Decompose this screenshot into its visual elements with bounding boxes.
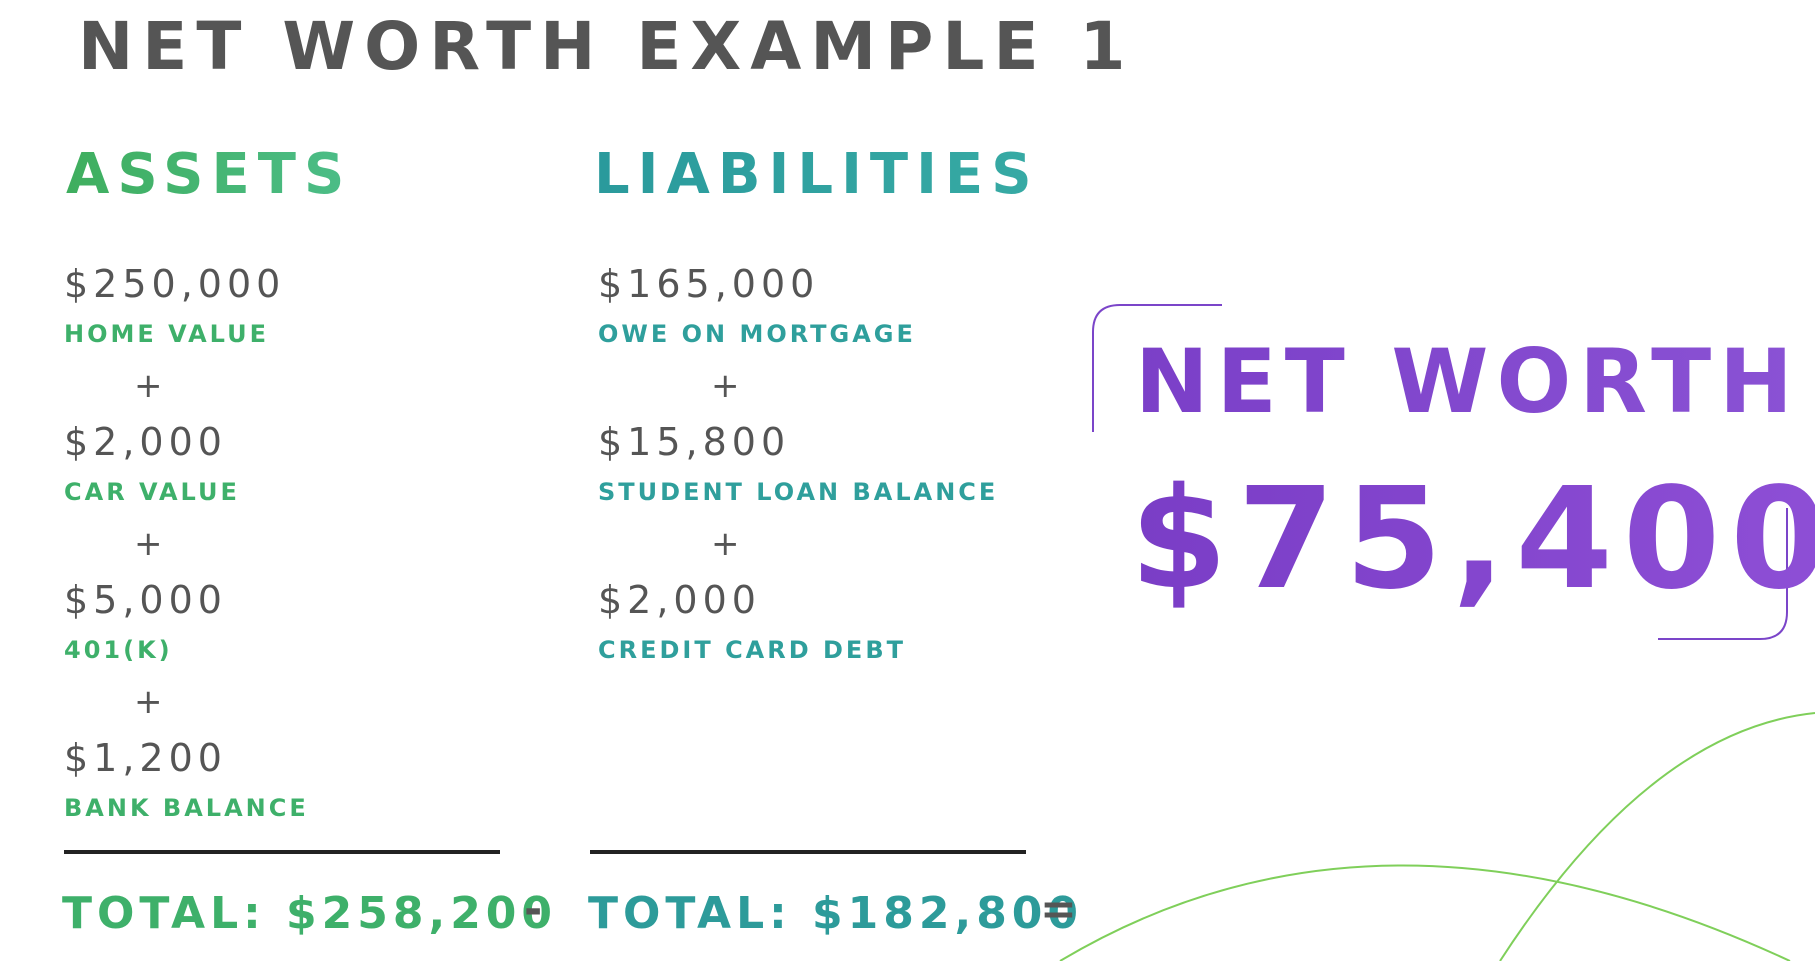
liability-amount-credit-card: $2,000 xyxy=(598,578,761,622)
asset-amount-bank: $1,200 xyxy=(64,736,227,780)
net-worth-heading: NET WORTH xyxy=(1135,330,1801,433)
asset-plus-2: + xyxy=(134,524,163,564)
liability-label-credit-card: CREDIT CARD DEBT xyxy=(598,636,906,664)
liability-amount-mortgage: $165,000 xyxy=(598,262,820,306)
liability-label-mortgage: OWE ON MORTGAGE xyxy=(598,320,916,348)
green-arc-1 xyxy=(1059,864,1791,961)
net-worth-value: $75,400 xyxy=(1130,470,1815,610)
asset-amount-home: $250,000 xyxy=(64,262,286,306)
liability-plus-1: + xyxy=(711,366,740,406)
asset-label-bank: BANK BALANCE xyxy=(64,794,309,822)
liabilities-total-rule xyxy=(590,850,1026,854)
equals-operator: = xyxy=(1040,884,1077,935)
assets-total-rule xyxy=(64,850,500,854)
liability-label-student-loan: STUDENT LOAN BALANCE xyxy=(598,478,999,506)
liability-plus-2: + xyxy=(711,524,740,564)
asset-label-car: CAR VALUE xyxy=(64,478,240,506)
liabilities-total: TOTAL: $182,800 xyxy=(588,888,1084,939)
page-title: NET WORTH EXAMPLE 1 xyxy=(78,8,1135,85)
asset-amount-401k: $5,000 xyxy=(64,578,227,622)
asset-label-401k: 401(K) xyxy=(64,636,173,664)
minus-operator: - xyxy=(524,884,543,935)
asset-plus-1: + xyxy=(134,366,163,406)
assets-total: TOTAL: $258,200 xyxy=(62,888,558,939)
liability-amount-student-loan: $15,800 xyxy=(598,420,791,464)
asset-amount-car: $2,000 xyxy=(64,420,227,464)
green-arc-2 xyxy=(1499,712,1815,961)
assets-heading: ASSETS xyxy=(66,142,353,207)
asset-label-home: HOME VALUE xyxy=(64,320,269,348)
asset-plus-3: + xyxy=(134,682,163,722)
liabilities-heading: LIABILITIES xyxy=(594,142,1040,207)
